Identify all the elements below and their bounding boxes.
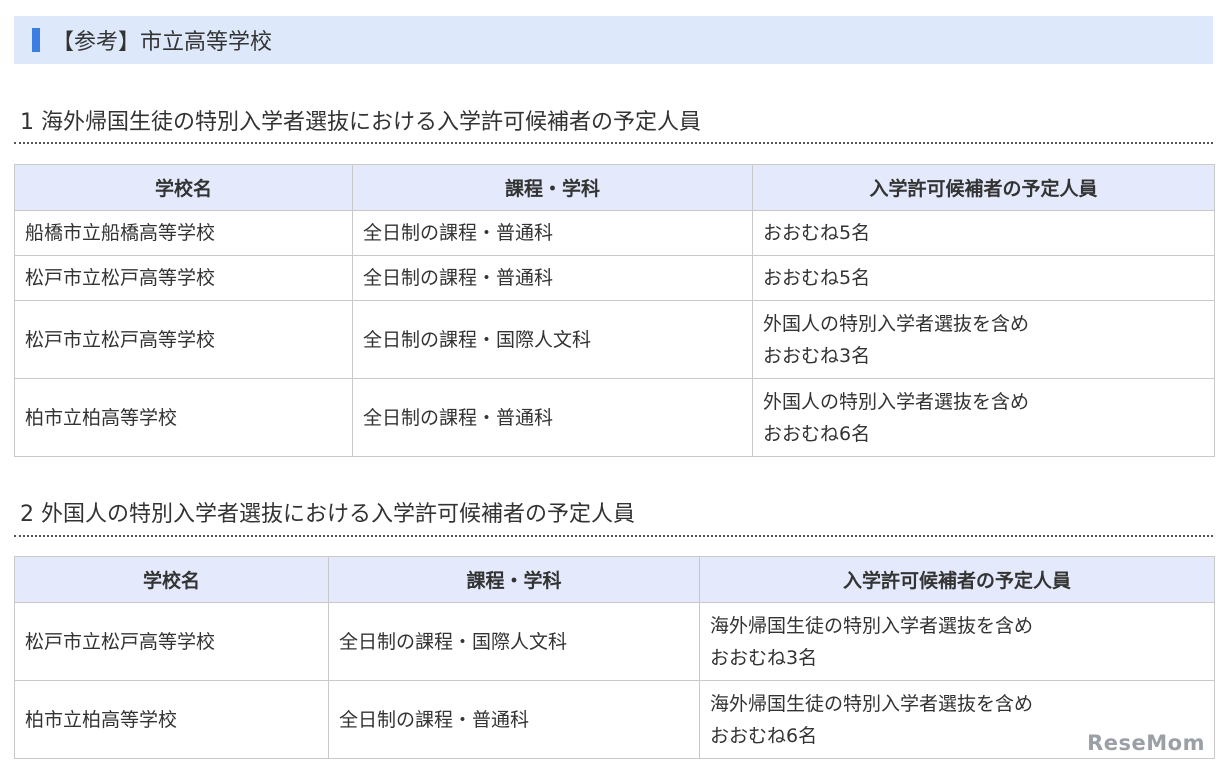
banner-title: 【参考】市立高等学校 [52,30,273,55]
column-header-quota: 入学許可候補者の予定人員 [752,164,1215,211]
school-cell: 松戸市立松戸高等学校 [14,255,353,301]
quota-cell: おおむね5名 [752,210,1215,256]
section-banner: 【参考】市立高等学校 [14,16,1213,64]
quota-note-line: 外国人の特別入学者選抜を含め [763,390,1030,413]
table-row: 柏市立柏高等学校 全日制の課程・普通科 海外帰国生徒の特別入学者選抜を含め おお… [14,680,1215,759]
course-cell: 全日制の課程・普通科 [352,255,753,301]
school-cell: 松戸市立松戸高等学校 [14,602,329,681]
section1-table: 学校名 課程・学科 入学許可候補者の予定人員 船橋市立船橋高等学校 全日制の課程… [14,164,1215,457]
section1-heading: 1 海外帰国生徒の特別入学者選抜における入学許可候補者の予定人員 [20,110,701,135]
quota-note-line: 外国人の特別入学者選抜を含め [763,312,1030,335]
quota-note-line: 海外帰国生徒の特別入学者選抜を含め [710,614,1034,637]
school-cell: 松戸市立松戸高等学校 [14,300,353,379]
school-cell: 柏市立柏高等学校 [14,378,353,457]
column-header-school: 学校名 [14,164,353,211]
section2-table: 学校名 課程・学科 入学許可候補者の予定人員 松戸市立松戸高等学校 全日制の課程… [14,556,1215,759]
quota-note-line: 海外帰国生徒の特別入学者選抜を含め [710,692,1034,715]
column-header-quota: 入学許可候補者の予定人員 [699,556,1215,603]
section2-divider [14,535,1213,537]
quota-cell: 海外帰国生徒の特別入学者選抜を含め おおむね3名 [699,602,1215,681]
course-cell: 全日制の課程・国際人文科 [328,602,700,681]
section1-divider [14,142,1213,144]
school-cell: 船橋市立船橋高等学校 [14,210,353,256]
table-row: 松戸市立松戸高等学校 全日制の課程・国際人文科 海外帰国生徒の特別入学者選抜を含… [14,602,1215,681]
resemom-watermark: ReseMom [1087,731,1205,755]
school-cell: 柏市立柏高等学校 [14,680,329,759]
section2-heading: 2 外国人の特別入学者選抜における入学許可候補者の予定人員 [20,502,635,527]
course-cell: 全日制の課程・普通科 [328,680,700,759]
column-header-course: 課程・学科 [328,556,700,603]
course-cell: 全日制の課程・国際人文科 [352,300,753,379]
column-header-course: 課程・学科 [352,164,753,211]
quota-line: おおむね6名 [763,422,871,445]
quota-line: おおむね3名 [763,344,871,367]
quota-cell: 外国人の特別入学者選抜を含め おおむね3名 [752,300,1215,379]
banner-accent-bar [32,28,40,52]
quota-line: おおむね5名 [763,222,871,244]
course-cell: 全日制の課程・普通科 [352,210,753,256]
quota-cell: おおむね5名 [752,255,1215,301]
course-cell: 全日制の課程・普通科 [352,378,753,457]
table-row: 柏市立柏高等学校 全日制の課程・普通科 外国人の特別入学者選抜を含め おおむね6… [14,378,1215,457]
table-row: 松戸市立松戸高等学校 全日制の課程・普通科 おおむね5名 [14,255,1215,301]
table-row: 船橋市立船橋高等学校 全日制の課程・普通科 おおむね5名 [14,210,1215,256]
table-header-row: 学校名 課程・学科 入学許可候補者の予定人員 [14,556,1215,603]
quota-line: おおむね5名 [763,267,871,289]
quota-cell: 外国人の特別入学者選抜を含め おおむね6名 [752,378,1215,457]
quota-line: おおむね3名 [710,646,818,669]
table-row: 松戸市立松戸高等学校 全日制の課程・国際人文科 外国人の特別入学者選抜を含め お… [14,300,1215,379]
table-header-row: 学校名 課程・学科 入学許可候補者の予定人員 [14,164,1215,211]
column-header-school: 学校名 [14,556,329,603]
